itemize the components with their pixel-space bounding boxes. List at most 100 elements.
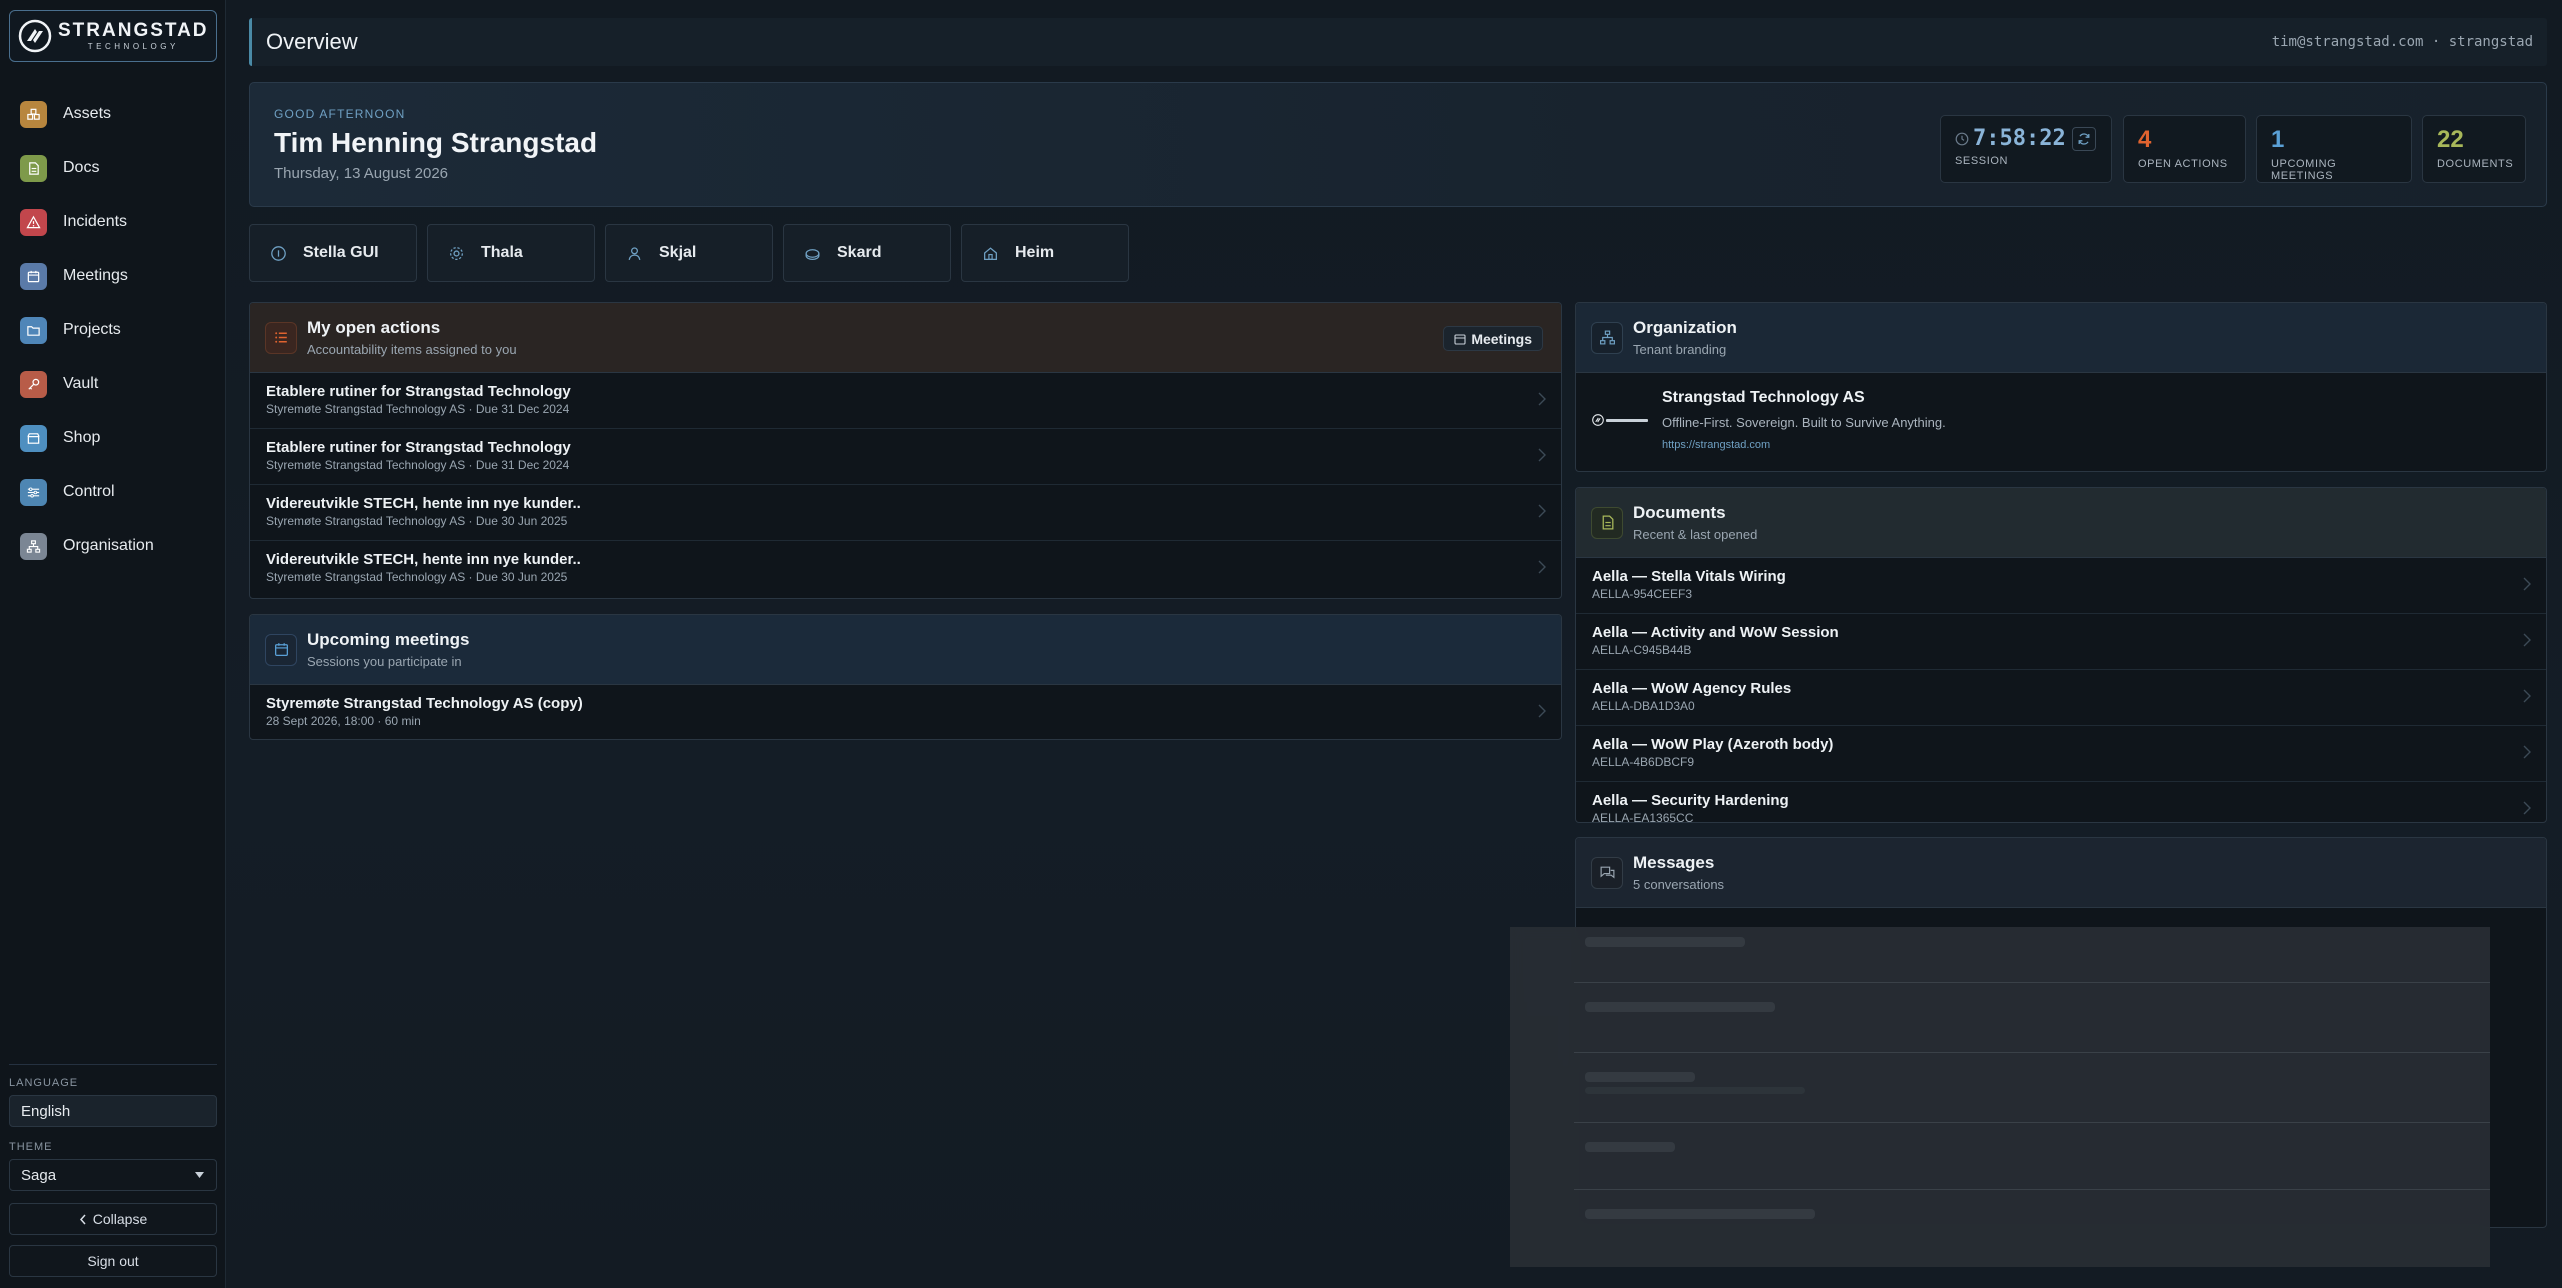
sidebar-nav: Assets Docs Incidents Meetings Projects [10, 92, 216, 578]
upcoming-meetings-stat[interactable]: 1 UPCOMING MEETINGS [2256, 115, 2412, 183]
sidebar-item-organisation[interactable]: Organisation [10, 524, 216, 568]
action-row[interactable]: Etablere rutiner for Strangstad Technolo… [250, 429, 1561, 485]
meetings-button[interactable]: Meetings [1443, 326, 1543, 351]
sidebar-item-label: Docs [63, 159, 100, 176]
document-id: AELLA-C945B44B [1592, 643, 1692, 657]
org-name: Strangstad Technology AS [1662, 389, 1865, 406]
collapse-label: Collapse [92, 1211, 148, 1227]
chevron-right-icon [2523, 689, 2531, 703]
theme-label: THEME [9, 1141, 53, 1153]
language-label: LANGUAGE [9, 1077, 79, 1089]
document-row[interactable]: Aella — WoW Agency Rules AELLA-DBA1D3A0 [1576, 670, 2546, 726]
open-actions-stat[interactable]: 4 OPEN ACTIONS [2123, 115, 2246, 183]
chevron-right-icon [2523, 633, 2531, 647]
top-bar: Overview tim@strangstad.com · strangstad [249, 18, 2547, 66]
sidebar-item-docs[interactable]: Docs [10, 146, 216, 190]
quick-link-thala[interactable]: Thala [427, 224, 595, 282]
panel-subtitle: Accountability items assigned to you [307, 342, 517, 357]
sidebar-item-label: Control [63, 483, 115, 500]
document-row[interactable]: Aella — Stella Vitals Wiring AELLA-954CE… [1576, 558, 2546, 614]
session-time: 7:58:22 [1973, 126, 2066, 151]
sidebar-item-assets[interactable]: Assets [10, 92, 216, 136]
sidebar-item-shop[interactable]: Shop [10, 416, 216, 460]
panel-title: My open actions [307, 318, 441, 337]
warning-icon [20, 208, 47, 236]
quick-link-label: Skjal [659, 244, 697, 261]
open-actions-panel: My open actions Accountability items ass… [249, 302, 1562, 599]
meeting-row[interactable]: Styremøte Strangstad Technology AS (copy… [250, 685, 1561, 739]
refresh-button[interactable] [2071, 126, 2096, 151]
organization-panel: Organization Tenant branding Strangstad … [1575, 302, 2547, 472]
user-icon [628, 246, 641, 260]
action-meta: Styremøte Strangstad Technology AS · Due… [266, 458, 570, 472]
sidebar-item-incidents[interactable]: Incidents [10, 200, 216, 244]
panel-subtitle: Sessions you participate in [307, 654, 462, 669]
key-icon [20, 370, 47, 398]
sidebar-item-label: Shop [63, 429, 101, 446]
action-row[interactable]: Videreutvikle STECH, hente inn nye kunde… [250, 485, 1561, 541]
meeting-meta: 28 Sept 2026, 18:00 · 60 min [266, 714, 421, 728]
clock-icon [1955, 132, 1969, 145]
gear-icon [450, 246, 463, 260]
shop-icon [20, 424, 47, 452]
org-url-link[interactable]: https://strangstad.com [1662, 439, 1770, 451]
sidebar-item-label: Meetings [63, 267, 128, 284]
theme-select[interactable]: Saga [9, 1159, 217, 1191]
quick-link-label: Skard [837, 244, 882, 261]
language-field[interactable]: English [9, 1095, 217, 1127]
panel-title: Messages [1633, 853, 1715, 872]
document-row[interactable]: Aella — Activity and WoW Session AELLA-C… [1576, 614, 2546, 670]
sign-out-button[interactable]: Sign out [9, 1245, 217, 1277]
action-meta: Styremøte Strangstad Technology AS · Due… [266, 402, 570, 416]
info-icon [271, 245, 286, 261]
action-row[interactable]: Videreutvikle STECH, hente inn nye kunde… [250, 541, 1561, 597]
open-actions-label: OPEN ACTIONS [2138, 158, 2228, 170]
logo[interactable]: STRANGSTAD TECHNOLOGY [9, 10, 217, 62]
caret-down-icon [195, 1172, 204, 1178]
document-row[interactable]: Aella — Security Hardening AELLA-EA1365C… [1576, 782, 2546, 823]
calendar-icon [1454, 333, 1466, 345]
sidebar-item-label: Organisation [63, 537, 154, 554]
logo-mark-icon [1592, 414, 1604, 426]
panel-subtitle: Tenant branding [1633, 342, 1727, 357]
panel-title: Organization [1633, 318, 1737, 337]
document-row[interactable]: Aella — WoW Play (Azeroth body) AELLA-4B… [1576, 726, 2546, 782]
user-identity[interactable]: tim@strangstad.com · strangstad [2272, 34, 2533, 50]
action-title: Etablere rutiner for Strangstad Technolo… [266, 439, 571, 456]
quick-link-heim[interactable]: Heim [961, 224, 1129, 282]
sidebar-settings: LANGUAGE English THEME Saga Collapse Sig… [9, 1064, 217, 1287]
action-row[interactable]: Etablere rutiner for Strangstad Technolo… [250, 373, 1561, 429]
documents-label: DOCUMENTS [2437, 158, 2514, 170]
sidebar-item-projects[interactable]: Projects [10, 308, 216, 352]
org-icon [20, 532, 47, 560]
org-icon [1591, 321, 1623, 354]
calendar-icon [20, 262, 47, 290]
documents-stat[interactable]: 22 DOCUMENTS [2422, 115, 2526, 183]
documents-panel: Documents Recent & last opened Aella — S… [1575, 487, 2547, 823]
upcoming-meetings-label: UPCOMING MEETINGS [2271, 158, 2337, 182]
sidebar: STRANGSTAD TECHNOLOGY Assets Docs Incide… [0, 0, 226, 1288]
greeting-date: Thursday, 13 August 2026 [274, 165, 449, 182]
session-stat: 7:58:22 SESSION [1940, 115, 2112, 183]
org-logo [1592, 413, 1650, 427]
document-id: AELLA-DBA1D3A0 [1592, 699, 1695, 713]
chevron-right-icon [1538, 560, 1546, 574]
quick-link-skjal[interactable]: Skjal [605, 224, 773, 282]
sidebar-item-meetings[interactable]: Meetings [10, 254, 216, 298]
greeting-name: Tim Henning Strangstad [274, 127, 598, 158]
logo-mark-icon [18, 19, 52, 53]
quick-link-skard[interactable]: Skard [783, 224, 951, 282]
document-id: AELLA-EA1365CC [1592, 811, 1694, 823]
collapse-button[interactable]: Collapse [9, 1203, 217, 1235]
quick-link-stella-gui[interactable]: Stella GUI [249, 224, 417, 282]
chevron-right-icon [1538, 392, 1546, 406]
chat-icon [1591, 856, 1623, 889]
sidebar-item-label: Incidents [63, 213, 128, 230]
sidebar-item-vault[interactable]: Vault [10, 362, 216, 406]
action-title: Etablere rutiner for Strangstad Technolo… [266, 383, 571, 400]
logo-sub: TECHNOLOGY [87, 42, 179, 51]
document-icon [20, 154, 47, 182]
sidebar-item-control[interactable]: Control [10, 470, 216, 514]
action-meta: Styremøte Strangstad Technology AS · Due… [266, 570, 568, 584]
panel-title: Upcoming meetings [307, 630, 470, 649]
